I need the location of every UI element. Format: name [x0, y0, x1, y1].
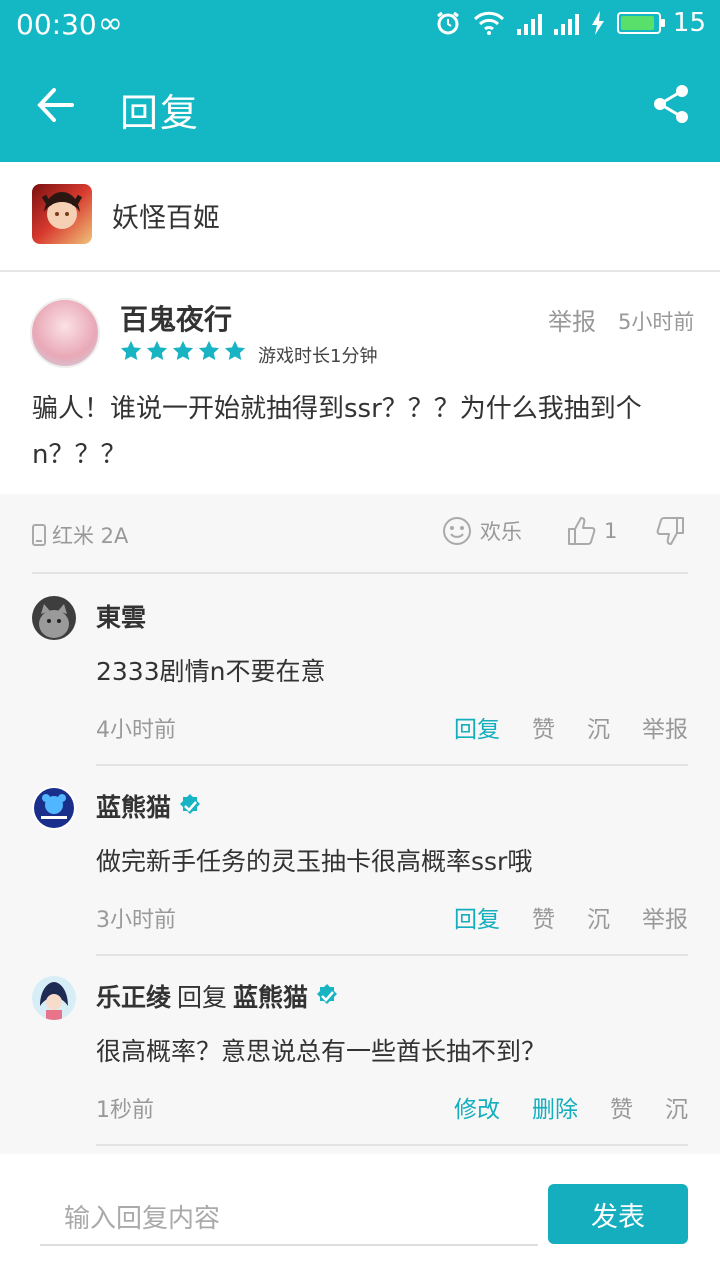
signal-icon-2	[553, 11, 579, 35]
divider	[96, 1144, 688, 1146]
reply-author[interactable]: 蓝熊猫	[96, 788, 203, 824]
delete-button[interactable]: 删除	[532, 1090, 578, 1124]
post-text: 骗人！谁说一开始就抽得到ssr？？？为什么我抽到个n？？？	[32, 394, 642, 470]
top-bar: 00:30 ∞ 15 回复	[0, 0, 720, 162]
star-icon	[146, 340, 168, 360]
reply-author[interactable]: 東雲	[96, 598, 146, 634]
device-info: 红米 2A	[32, 520, 128, 550]
send-button[interactable]: 发表	[548, 1184, 688, 1244]
post-author[interactable]: 百鬼夜行	[120, 298, 232, 338]
charging-icon	[591, 11, 604, 35]
star-icon	[224, 340, 246, 360]
comments-area: 红米 2A 欢乐 1 東雲 2333剧情n不要在意 4小时前 回复 赞 沉 举报	[0, 494, 720, 1154]
reply-text: 2333剧情n不要在意	[96, 657, 326, 686]
smiley-icon	[443, 517, 471, 545]
reply-text: 很高概率？意思说总有一些酋长抽不到？	[96, 1037, 547, 1066]
status-icons: 15	[435, 8, 706, 38]
reply-time: 1秒前	[96, 1098, 154, 1123]
game-name: 妖怪百姬	[112, 203, 220, 234]
back-arrow-icon[interactable]	[36, 80, 76, 130]
reply-text: 做完新手任务的灵玉抽卡很高概率ssr哦	[96, 847, 533, 876]
signal-icon	[516, 11, 542, 35]
reply-item: 蓝熊猫 做完新手任务的灵玉抽卡很高概率ssr哦 3小时前 回复 赞 沉 举报	[0, 766, 720, 956]
reply-item: 乐正绫 回复 蓝熊猫 很高概率？意思说总有一些酋长抽不到？ 1秒前 修改 删除 …	[0, 956, 720, 1146]
like-count: 1	[604, 519, 618, 543]
reply-to-user[interactable]: 蓝熊猫	[233, 978, 308, 1014]
battery-fill	[620, 16, 655, 30]
phone-icon	[32, 524, 46, 546]
star-icon	[172, 340, 194, 360]
battery-icon	[616, 12, 665, 34]
reply-composer: 发表	[0, 1154, 720, 1280]
playtime: 游戏时长1分钟	[258, 346, 378, 367]
verified-badge-icon	[180, 794, 201, 814]
wifi-icon	[473, 11, 504, 35]
report-button[interactable]: 举报	[548, 302, 596, 337]
status-bar: 00:30 ∞ 15	[0, 0, 720, 50]
upvote-button[interactable]: 赞	[532, 710, 555, 744]
reply-button[interactable]: 回复	[454, 710, 500, 744]
reply-time: 4小时前	[96, 718, 176, 743]
status-time: 00:30	[16, 8, 97, 41]
game-icon	[32, 184, 92, 244]
main-post: 百鬼夜行 举报 5小时前 游戏时长1分钟 骗人！谁说一开始就抽得到ssr？？？为…	[0, 274, 720, 494]
mood-tag[interactable]: 欢乐	[442, 516, 522, 546]
rating-stars	[120, 340, 246, 362]
reply-author[interactable]: 乐正绫 回复 蓝熊猫	[96, 978, 340, 1014]
report-button[interactable]: 举报	[642, 900, 688, 934]
page-title: 回复	[120, 91, 201, 135]
mood-label: 欢乐	[480, 520, 522, 544]
reply-item: 東雲 2333剧情n不要在意 4小时前 回复 赞 沉 举报	[0, 576, 720, 766]
sink-button[interactable]: 沉	[665, 1090, 688, 1124]
avatar[interactable]	[30, 298, 100, 368]
reply-input[interactable]	[40, 1194, 538, 1246]
sink-button[interactable]: 沉	[587, 710, 610, 744]
verified-badge-icon	[317, 984, 338, 1004]
post-time: 5小时前	[618, 310, 695, 334]
avatar[interactable]	[32, 976, 76, 1020]
app-bar: 回复	[0, 50, 720, 162]
report-button[interactable]: 举报	[642, 710, 688, 744]
sink-button[interactable]: 沉	[587, 900, 610, 934]
battery-level: 15	[672, 8, 706, 38]
avatar[interactable]	[32, 596, 76, 640]
reply-time: 3小时前	[96, 908, 176, 933]
share-icon[interactable]	[652, 84, 692, 124]
star-icon	[120, 340, 142, 360]
alarm-icon	[437, 11, 459, 35]
avatar[interactable]	[32, 786, 76, 830]
device-name: 红米 2A	[52, 524, 129, 548]
reply-actions: 修改 删除 赞 沉	[454, 1090, 688, 1124]
reply-word: 回复	[177, 983, 228, 1012]
reply-actions: 回复 赞 沉 举报	[454, 900, 688, 934]
edit-button[interactable]: 修改	[454, 1090, 500, 1124]
infinity-icon: ∞	[98, 6, 123, 41]
upvote-button[interactable]: 赞	[610, 1090, 633, 1124]
like-button[interactable]: 1	[566, 516, 617, 546]
thumbs-up-icon	[568, 517, 596, 545]
reply-actions: 回复 赞 沉 举报	[454, 710, 688, 744]
thumbs-down-icon[interactable]	[656, 516, 686, 546]
reply-button[interactable]: 回复	[454, 900, 500, 934]
game-row[interactable]: 妖怪百姬	[0, 162, 720, 272]
star-icon	[198, 340, 220, 360]
upvote-button[interactable]: 赞	[532, 900, 555, 934]
post-meta-row: 红米 2A 欢乐 1	[32, 494, 688, 574]
